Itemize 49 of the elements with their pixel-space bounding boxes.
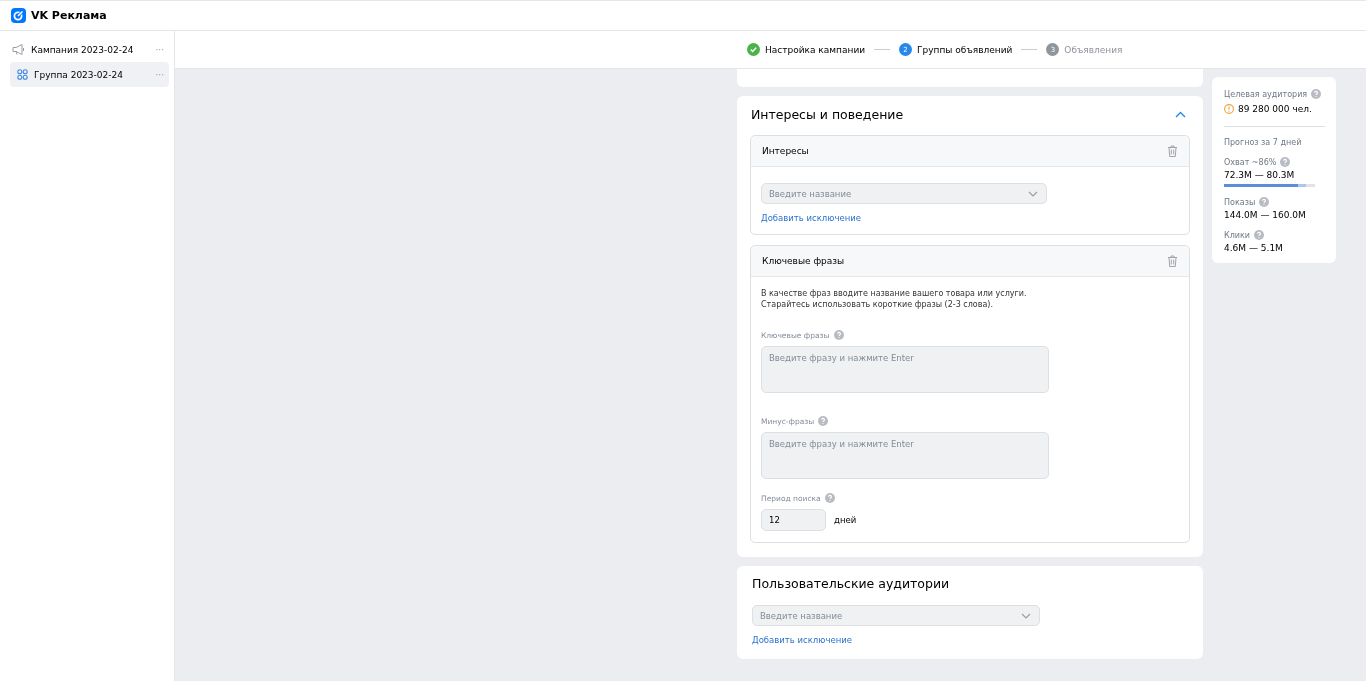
text-area[interactable]: Введите фразу и нажмите Enter [761, 432, 1049, 479]
help-icon[interactable] [1259, 197, 1270, 207]
select-field[interactable]: Введите название [761, 183, 1047, 204]
help-icon[interactable] [1311, 89, 1322, 99]
step-label: Объявления [1064, 44, 1123, 55]
section-title: Интересы и поведение [751, 106, 904, 122]
grid-icon [17, 69, 28, 80]
add-exclusion-link[interactable]: Добавить исключение [761, 213, 861, 223]
metric-value: 72.3M — 80.3M [1224, 170, 1296, 180]
more-menu[interactable]: ··· [155, 44, 164, 55]
chevron-down-icon [1021, 612, 1031, 619]
chevron-down-icon [1028, 190, 1038, 197]
panel-title: Ключевые фразы [762, 256, 845, 266]
sidebar-item-label: Кампания 2023-02-24 [31, 44, 135, 55]
help-icon[interactable] [833, 330, 844, 340]
step-label: Настройка кампании [765, 44, 866, 55]
metric-label: Показы [1224, 197, 1256, 207]
metric-value: 144.0M — 160.0M [1224, 210, 1307, 220]
audience-label: Целевая аудитория [1224, 89, 1308, 99]
help-icon[interactable] [824, 493, 835, 503]
text-area[interactable]: Введите фразу и нажмите Enter [761, 346, 1049, 393]
logo-text: VK Реклама [31, 9, 107, 22]
unit-label: дней [834, 515, 857, 525]
warning-icon [1224, 104, 1234, 114]
megaphone-icon [12, 44, 25, 55]
chevron-up-icon[interactable] [1175, 110, 1186, 118]
hint-text: В качестве фраз вводите название вашего товара или услуги. Старайтесь использовать короткие фразы (2-3 слова). [761, 288, 1027, 310]
section-title: Пользовательские аудитории [752, 576, 950, 591]
sidebar-item[interactable]: Группа 2023-02-24 ··· [10, 62, 169, 87]
number-field[interactable]: 12 [761, 509, 826, 531]
help-icon[interactable] [1280, 157, 1291, 167]
help-icon[interactable] [1254, 230, 1265, 240]
step-label: Группы объявлений [917, 44, 1013, 55]
sidebar-item[interactable]: Кампания 2023-02-24 ··· [10, 37, 169, 62]
logo-icon [11, 8, 26, 23]
forecast-title: Прогноз за 7 дней [1224, 138, 1303, 147]
help-icon[interactable] [818, 416, 829, 426]
metric-label: Клики [1224, 230, 1251, 240]
add-exclusion-link[interactable]: Добавить исключение [752, 635, 852, 645]
metric-value: 4.6M — 5.1M [1224, 243, 1284, 253]
audience-value: 89 280 000 чел. [1238, 104, 1312, 114]
select-field[interactable]: Введите название [752, 605, 1040, 626]
metric-label: Охват ~86% [1224, 157, 1277, 167]
step[interactable]: Настройка кампании [747, 43, 866, 56]
trash-icon[interactable] [1167, 145, 1178, 157]
sidebar-item-label: Группа 2023-02-24 [34, 69, 124, 80]
trash-icon[interactable] [1167, 255, 1178, 267]
more-menu[interactable]: ··· [155, 69, 164, 80]
panel-title: Интересы [762, 146, 809, 156]
